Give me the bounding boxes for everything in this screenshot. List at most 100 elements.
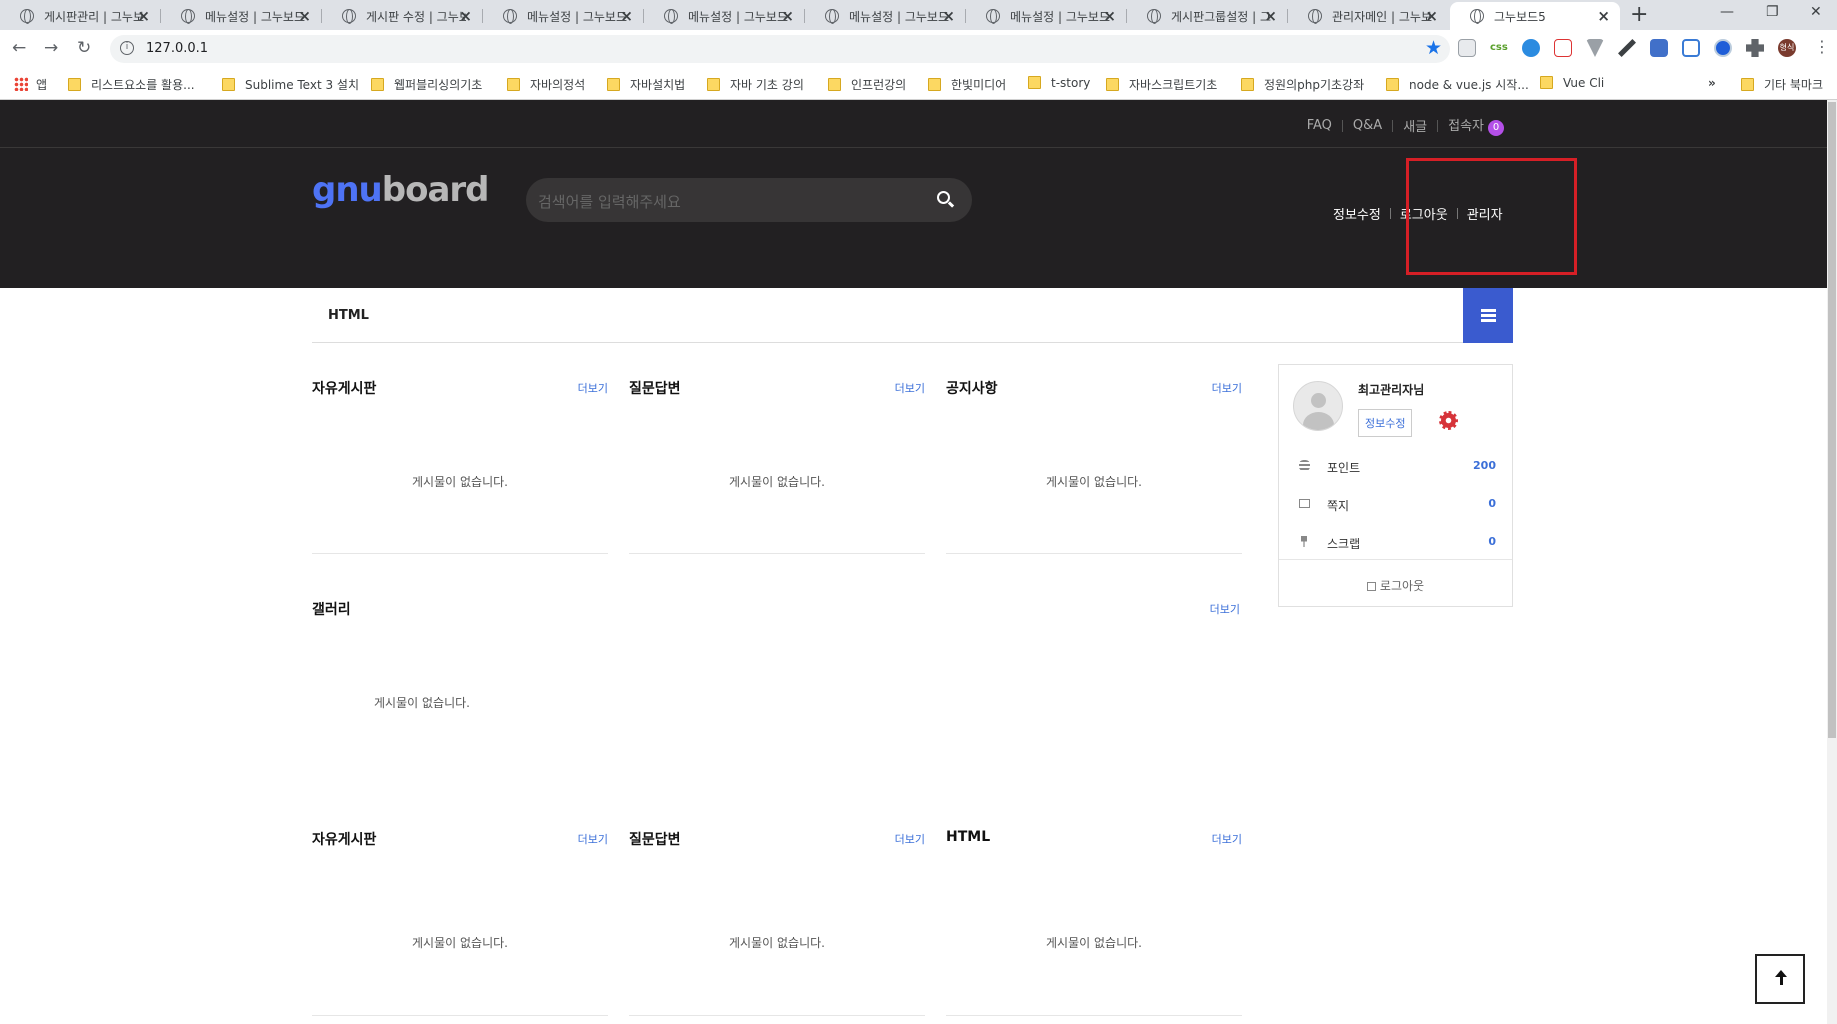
browser-tab[interactable]: 메뉴설정 | 그누보드5 ×: [483, 2, 643, 30]
board-latest-gallery: 갤러리 더보기 게시물이 없습니다.: [312, 599, 1240, 799]
bookmark-apps[interactable]: 앱: [36, 76, 47, 93]
empty-message: 게시물이 없습니다.: [374, 696, 470, 710]
board-title[interactable]: 갤러리: [312, 599, 351, 619]
browser-tab[interactable]: 메뉴설정 | 그누보드5 ×: [644, 2, 804, 30]
extension-icon[interactable]: [1458, 39, 1476, 57]
folder-icon: [1386, 78, 1399, 91]
restore-button[interactable]: ❐: [1766, 4, 1779, 20]
tab-close-icon[interactable]: ×: [1264, 7, 1277, 25]
close-window-button[interactable]: ✕: [1810, 4, 1822, 20]
board-title[interactable]: 질문답변: [629, 378, 681, 398]
tab-close-icon[interactable]: ×: [459, 7, 472, 25]
tab-close-icon[interactable]: ×: [1425, 7, 1438, 25]
tab-close-icon[interactable]: ×: [298, 7, 311, 25]
stat-memo[interactable]: 쪽지 0: [1279, 495, 1512, 515]
faq-link[interactable]: FAQ: [1297, 118, 1342, 133]
bookmark-item[interactable]: 자바 기초 강의: [707, 76, 804, 93]
browser-tab[interactable]: 메뉴설정 | 그누보드5 ×: [966, 2, 1126, 30]
board-title[interactable]: 공지사항: [946, 378, 998, 398]
board-latest-free-2: 자유게시판 더보기 게시물이 없습니다.: [312, 829, 608, 1019]
browser-tab[interactable]: 게시판그룹설정 | 그누보드5×: [1127, 2, 1287, 30]
back-icon[interactable]: ←: [12, 38, 26, 58]
sidebar-logout-link[interactable]: 로그아웃: [1279, 577, 1512, 594]
edit-profile-button[interactable]: 정보수정: [1358, 409, 1413, 437]
browser-tab[interactable]: 관리자메인 | 그누보드5×: [1288, 2, 1448, 30]
board-title[interactable]: HTML: [946, 829, 990, 845]
tab-close-icon[interactable]: ×: [942, 7, 955, 25]
more-link[interactable]: 더보기: [578, 831, 608, 847]
bookmark-item[interactable]: t-story: [1028, 76, 1090, 90]
extension-icon[interactable]: [1650, 39, 1668, 57]
tab-close-icon[interactable]: ×: [1597, 7, 1610, 25]
extension-icon[interactable]: [1682, 39, 1700, 57]
calendar-extension-icon[interactable]: [1554, 39, 1572, 57]
qna-link[interactable]: Q&A: [1343, 118, 1392, 133]
reload-icon[interactable]: ↻: [77, 38, 91, 58]
visitors-link[interactable]: 접속자 0: [1438, 115, 1514, 136]
scrollbar-thumb[interactable]: [1828, 102, 1836, 738]
forward-icon[interactable]: →: [44, 38, 58, 58]
main-nav: HTML: [312, 288, 1513, 343]
bookmark-item[interactable]: 웹퍼블리싱의기초: [371, 76, 482, 93]
board-latest-notice: 공지사항 더보기 게시물이 없습니다.: [946, 378, 1242, 556]
board-title[interactable]: 자유게시판: [312, 829, 376, 849]
tab-close-icon[interactable]: ×: [137, 7, 150, 25]
stat-points[interactable]: 포인트 200: [1279, 457, 1512, 477]
logout-link[interactable]: 로그아웃: [1400, 204, 1448, 223]
tab-close-icon[interactable]: ×: [620, 7, 633, 25]
gear-icon[interactable]: [1439, 411, 1458, 430]
search-input[interactable]: 검색어를 입력해주세요: [538, 191, 681, 212]
bookmark-item[interactable]: 자바의정석: [507, 76, 585, 93]
extension-icon[interactable]: [1714, 39, 1732, 57]
browser-tab-active[interactable]: 그누보드5 ×: [1450, 2, 1620, 30]
bookmark-item[interactable]: Sublime Text 3 설치: [222, 76, 359, 93]
hamburger-menu-button[interactable]: [1463, 288, 1513, 343]
more-link[interactable]: 더보기: [895, 831, 925, 847]
browser-tab[interactable]: 메뉴설정 | 그누보드5 ×: [161, 2, 321, 30]
board-title[interactable]: 자유게시판: [312, 378, 376, 398]
bookmark-item[interactable]: 리스트요소를 활용...: [68, 76, 195, 93]
nav-item-html[interactable]: HTML: [328, 308, 369, 323]
chrome-menu-icon[interactable]: ⋮: [1814, 39, 1830, 57]
board-title[interactable]: 질문답변: [629, 829, 681, 849]
minimize-button[interactable]: —: [1720, 4, 1734, 20]
bookmark-item[interactable]: 정원의php기초강좌: [1241, 76, 1364, 93]
url-bar[interactable]: i 127.0.0.1 ★: [110, 35, 1450, 63]
stat-scrap[interactable]: 스크랩 0: [1279, 533, 1512, 553]
tab-close-icon[interactable]: ×: [1103, 7, 1116, 25]
bookmarks-overflow-button[interactable]: »: [1708, 76, 1716, 90]
more-link[interactable]: 더보기: [1210, 601, 1240, 617]
edit-profile-link[interactable]: 정보수정: [1333, 204, 1381, 223]
bookmark-item[interactable]: Vue Cli: [1540, 76, 1604, 90]
more-link[interactable]: 더보기: [1212, 380, 1242, 396]
profile-avatar[interactable]: 형식: [1778, 39, 1796, 57]
more-link[interactable]: 더보기: [578, 380, 608, 396]
info-icon[interactable]: i: [120, 41, 134, 55]
new-tab-button[interactable]: +: [1630, 2, 1648, 27]
bookmark-item[interactable]: node & vue.js 시작...: [1386, 76, 1529, 93]
search-icon[interactable]: [937, 191, 950, 204]
browser-tab[interactable]: 게시판 수정 | 그누보드5×: [322, 2, 482, 30]
more-link[interactable]: 더보기: [895, 380, 925, 396]
browser-tab[interactable]: 게시판관리 | 그누보드5×: [0, 2, 160, 30]
bookmark-star-icon[interactable]: ★: [1425, 37, 1442, 59]
browser-tab-strip: 게시판관리 | 그누보드5× 메뉴설정 | 그누보드5× 게시판 수정 | 그누…: [0, 0, 1837, 30]
tab-close-icon[interactable]: ×: [781, 7, 794, 25]
other-bookmarks[interactable]: 기타 북마크: [1741, 76, 1823, 93]
css-extension-icon[interactable]: css: [1490, 39, 1508, 57]
gnuboard-logo[interactable]: gnu board: [312, 170, 490, 210]
new-posts-link[interactable]: 새글: [1393, 116, 1437, 135]
browser-tab[interactable]: 메뉴설정 | 그누보드5 ×: [805, 2, 965, 30]
admin-link[interactable]: 관리자: [1467, 204, 1503, 223]
page-scrollbar[interactable]: [1827, 100, 1837, 1024]
scroll-to-top-button[interactable]: [1755, 954, 1805, 1004]
bookmark-item[interactable]: 자바스크립트기초: [1106, 76, 1217, 93]
bookmark-item[interactable]: 인프런강의: [828, 76, 906, 93]
apps-icon[interactable]: [14, 77, 28, 91]
more-link[interactable]: 더보기: [1212, 831, 1242, 847]
bookmark-item[interactable]: 한빛미디어: [928, 76, 1006, 93]
search-box[interactable]: 검색어를 입력해주세요: [526, 178, 972, 222]
bookmark-item[interactable]: 자바설치법: [607, 76, 685, 93]
globe-icon: [181, 9, 195, 24]
extension-icon[interactable]: [1522, 39, 1540, 57]
